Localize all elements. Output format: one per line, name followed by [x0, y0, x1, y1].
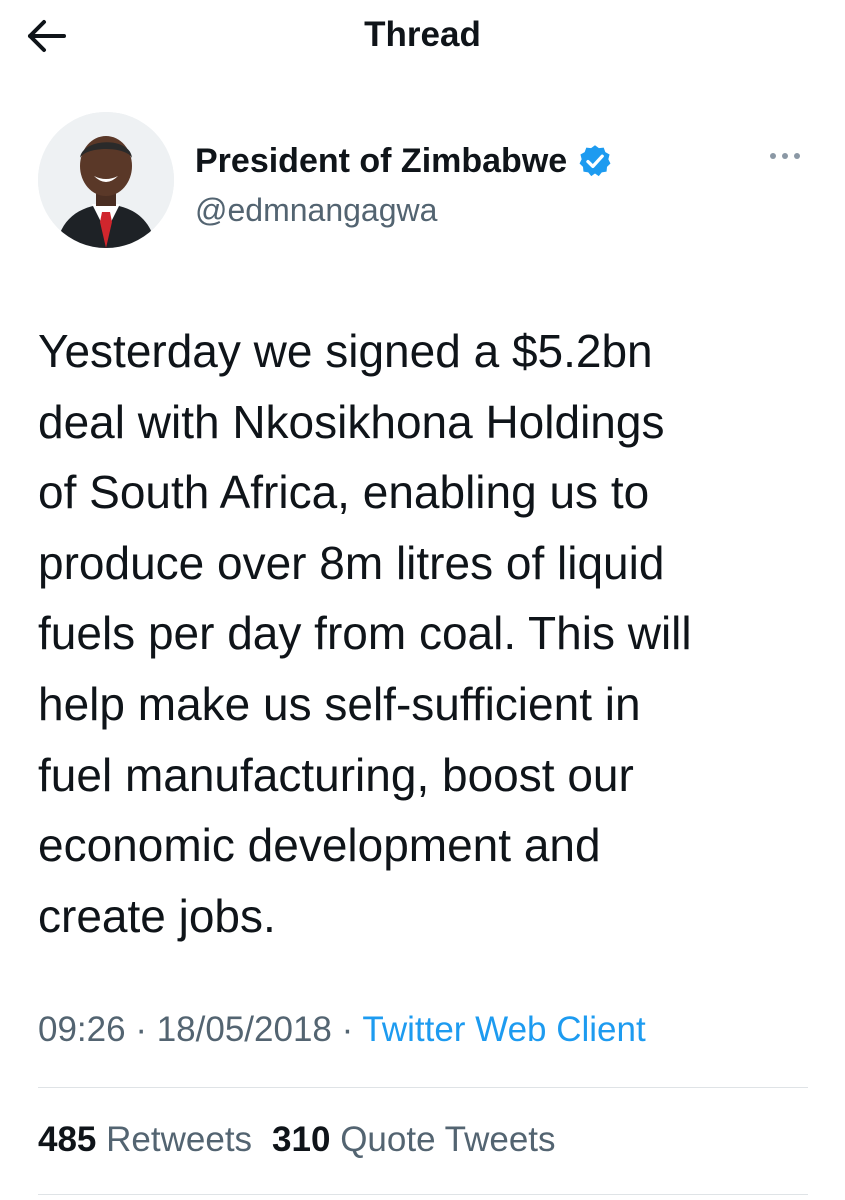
author-name[interactable]: President of Zimbabwe	[195, 140, 567, 182]
verified-badge-icon	[579, 145, 611, 177]
tweet-time[interactable]: 09:26	[38, 1010, 126, 1049]
profile-photo-icon	[38, 112, 174, 248]
tweet-meta: 09:26 · 18/05/2018 · Twitter Web Client	[38, 1006, 646, 1054]
more-options-icon	[770, 153, 800, 159]
tweet-author: President of Zimbabwe @edmnangagwa	[38, 112, 808, 252]
quote-tweets-count: 310	[272, 1120, 331, 1159]
divider	[38, 1087, 808, 1088]
quote-tweets-label: Quote Tweets	[340, 1120, 556, 1159]
tweet-text: Yesterday we signed a $5.2bn deal with N…	[38, 325, 692, 942]
page-title: Thread	[364, 15, 481, 54]
author-name-row[interactable]: President of Zimbabwe	[195, 140, 613, 182]
tweet-stats: 485 Retweets 310 Quote Tweets	[38, 1116, 576, 1164]
avatar[interactable]	[38, 112, 174, 248]
retweets-stat[interactable]: 485 Retweets	[38, 1116, 252, 1164]
retweets-label: Retweets	[106, 1120, 253, 1159]
retweets-count: 485	[38, 1120, 97, 1159]
meta-separator: ·	[135, 1010, 147, 1049]
quote-tweets-stat[interactable]: 310 Quote Tweets	[272, 1116, 555, 1164]
more-options-button[interactable]	[762, 134, 808, 178]
meta-separator: ·	[341, 1010, 354, 1049]
author-handle[interactable]: @edmnangagwa	[195, 190, 437, 230]
divider	[38, 1194, 808, 1195]
tweet-date[interactable]: 18/05/2018	[157, 1010, 332, 1049]
tweet-source-link[interactable]: Twitter Web Client	[362, 1010, 645, 1049]
top-bar: Thread	[0, 0, 845, 72]
